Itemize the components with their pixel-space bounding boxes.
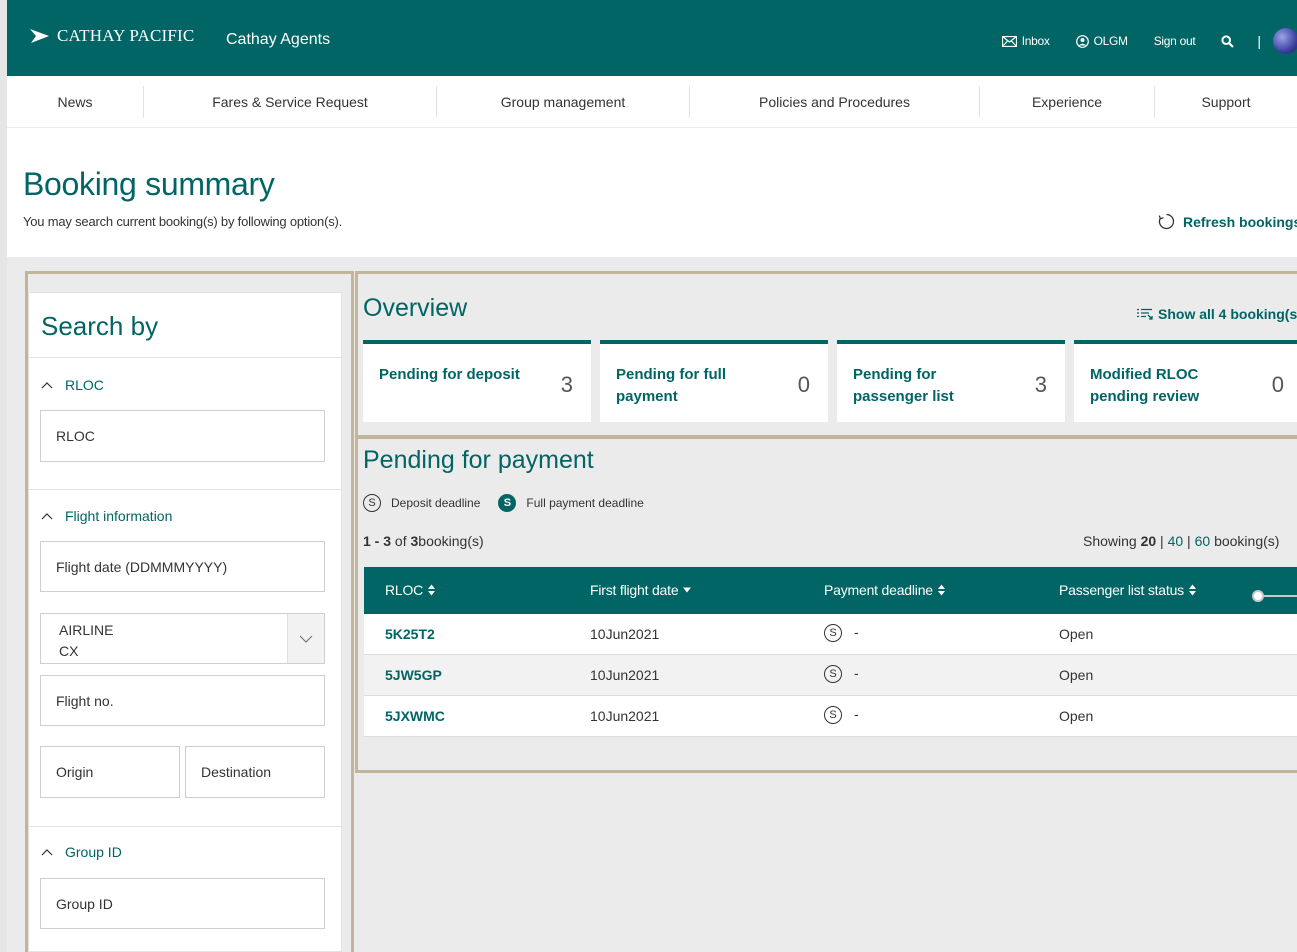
- sign-out-link[interactable]: Sign out: [1154, 34, 1196, 48]
- mail-icon: [1001, 35, 1017, 47]
- overview-highlight-outline: [355, 271, 1297, 438]
- portal-name[interactable]: Cathay Agents: [226, 31, 330, 49]
- page-title: Booking summary: [23, 166, 275, 202]
- nav-item-experience[interactable]: Experience: [980, 85, 1155, 118]
- main-nav: News Fares & Service Request Group manag…: [7, 76, 1297, 128]
- search-icon: [1221, 34, 1235, 48]
- inbox-label: Inbox: [1021, 34, 1050, 48]
- cathay-logo[interactable]: CATHAY PACIFIC: [29, 26, 194, 46]
- window-edge: [0, 0, 7, 952]
- nav-item-group-management[interactable]: Group management: [437, 85, 690, 118]
- search-highlight-outline: [25, 271, 354, 952]
- brand-name: CATHAY PACIFIC: [57, 26, 195, 45]
- user-link[interactable]: OLGM: [1075, 34, 1128, 48]
- search-button[interactable]: [1221, 34, 1239, 48]
- refresh-label: Refresh bookings: [1183, 213, 1297, 230]
- nav-item-support[interactable]: Support: [1155, 86, 1297, 118]
- top-header: CATHAY PACIFIC Cathay Agents Inbox OLGM …: [7, 0, 1297, 76]
- header-links: Inbox OLGM Sign out |: [1001, 28, 1297, 54]
- language-globe-icon[interactable]: [1273, 28, 1297, 54]
- header-separator: |: [1257, 33, 1261, 49]
- brushwing-icon: [30, 29, 49, 43]
- refresh-bookings-button[interactable]: Refresh bookings: [1158, 213, 1297, 230]
- payment-highlight-outline: [355, 436, 1297, 773]
- nav-item-news[interactable]: News: [7, 85, 144, 118]
- nav-item-policies[interactable]: Policies and Procedures: [690, 85, 980, 118]
- refresh-icon: [1158, 213, 1175, 230]
- user-label: OLGM: [1093, 34, 1128, 48]
- nav-item-fares[interactable]: Fares & Service Request: [144, 85, 437, 118]
- sign-out-label: Sign out: [1153, 34, 1196, 48]
- inbox-link[interactable]: Inbox: [1001, 34, 1050, 48]
- user-icon: [1075, 34, 1089, 48]
- page-subtitle: You may search current booking(s) by fol…: [23, 214, 343, 229]
